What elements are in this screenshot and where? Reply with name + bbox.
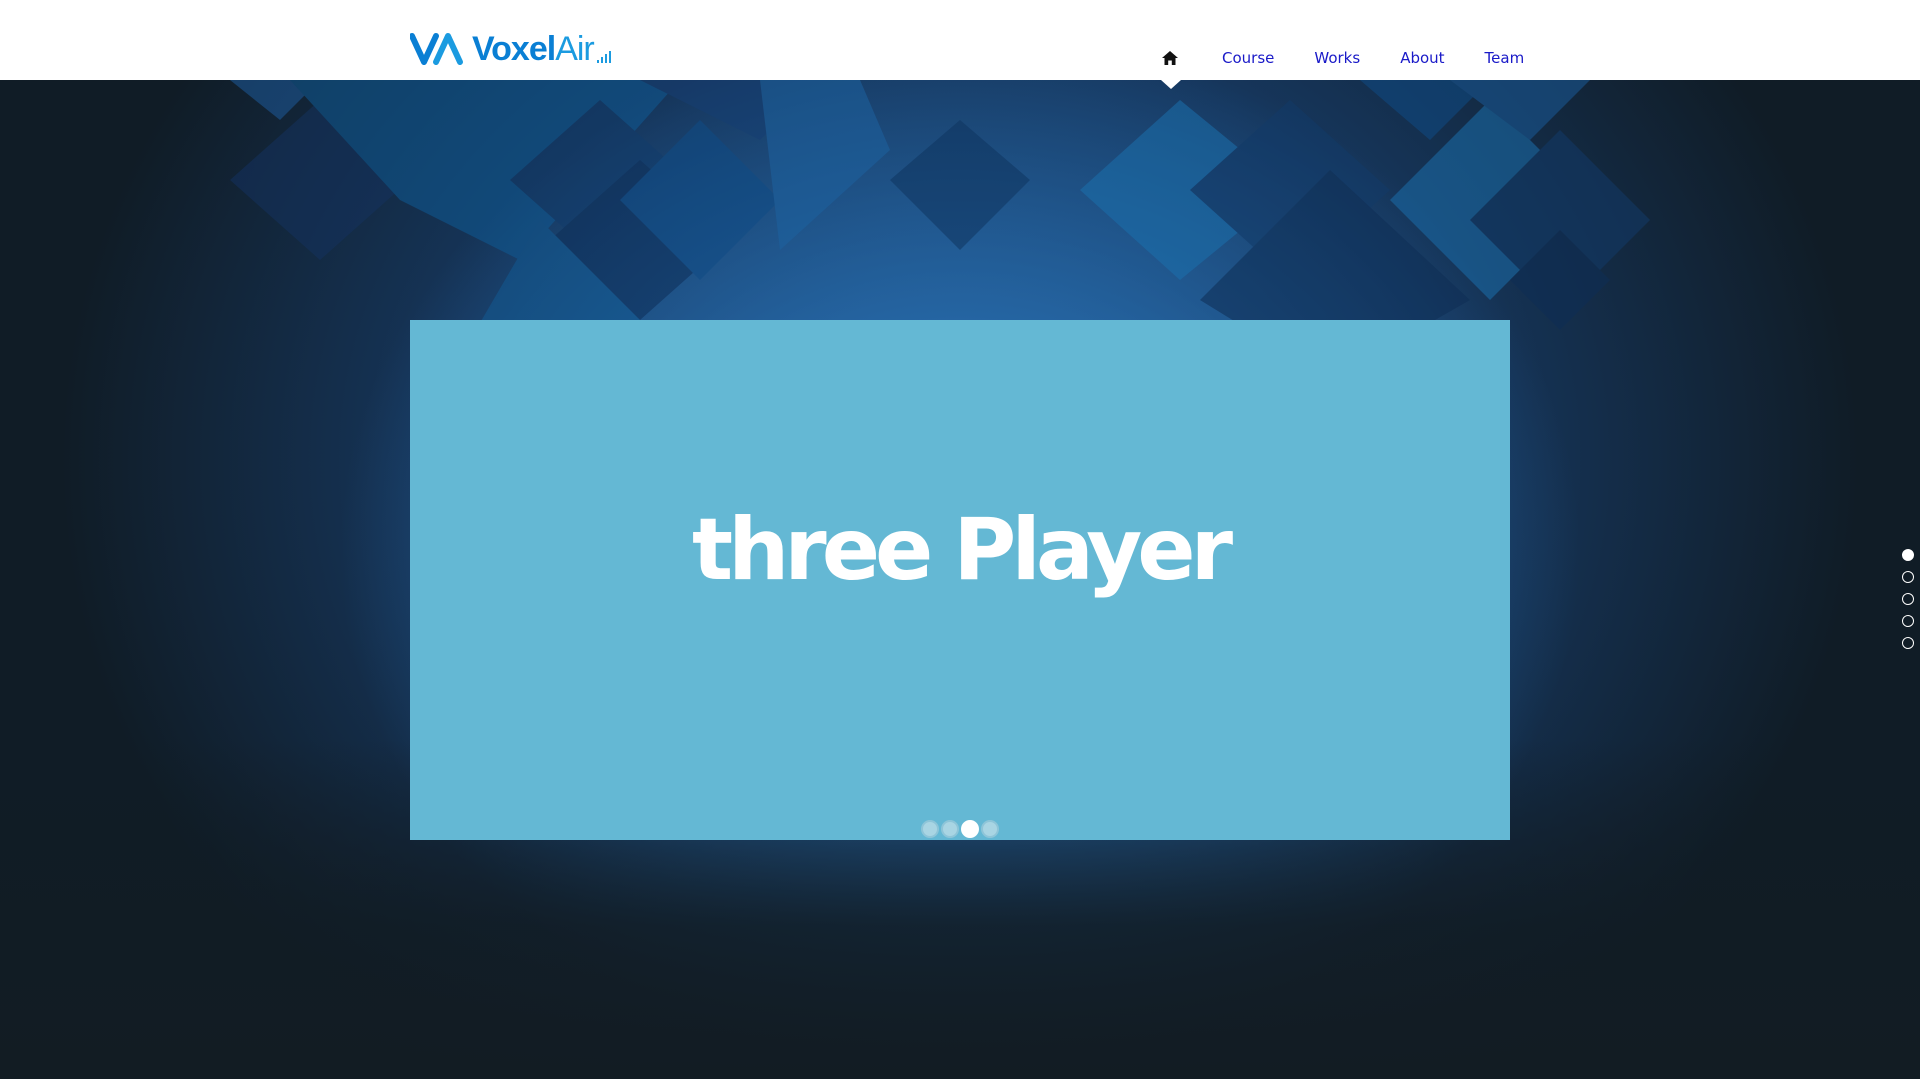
- slide-title: three Player: [691, 500, 1233, 600]
- section-pager: [1902, 549, 1914, 649]
- logo-name-bold: Voxel: [472, 30, 556, 68]
- logo-wordmark: VoxelAir: [472, 30, 595, 68]
- nav-item-works[interactable]: Works: [1314, 49, 1360, 67]
- slider-dot-3[interactable]: [961, 820, 979, 838]
- signal-bars-icon: [596, 51, 611, 63]
- site-logo[interactable]: VoxelAir: [410, 26, 613, 66]
- nav-item-about[interactable]: About: [1400, 49, 1444, 67]
- nav-item-team[interactable]: Team: [1485, 49, 1525, 67]
- nav-active-indicator: [1161, 80, 1181, 89]
- diamond-pattern-background: [230, 80, 1650, 340]
- logo-name-light: Air: [555, 30, 595, 68]
- section-pager-dot-2[interactable]: [1902, 571, 1914, 583]
- section-pager-dot-4[interactable]: [1902, 615, 1914, 627]
- section-pager-dot-5[interactable]: [1902, 637, 1914, 649]
- hero-slider[interactable]: three Player: [410, 320, 1510, 840]
- slider-dot-2[interactable]: [941, 820, 959, 838]
- voxelair-logo-icon: [410, 33, 463, 65]
- slider-dot-1[interactable]: [921, 820, 939, 838]
- section-pager-dot-1[interactable]: [1902, 549, 1914, 561]
- nav-item-course[interactable]: Course: [1222, 49, 1274, 67]
- slider-pagination: [410, 820, 1510, 838]
- main-nav: Course Works About Team: [1150, 46, 1544, 70]
- nav-home[interactable]: [1150, 46, 1190, 70]
- slider-dot-4[interactable]: [981, 820, 999, 838]
- home-icon: [1162, 51, 1178, 65]
- section-pager-dot-3[interactable]: [1902, 593, 1914, 605]
- site-header: VoxelAir Course Works About Team: [0, 0, 1920, 80]
